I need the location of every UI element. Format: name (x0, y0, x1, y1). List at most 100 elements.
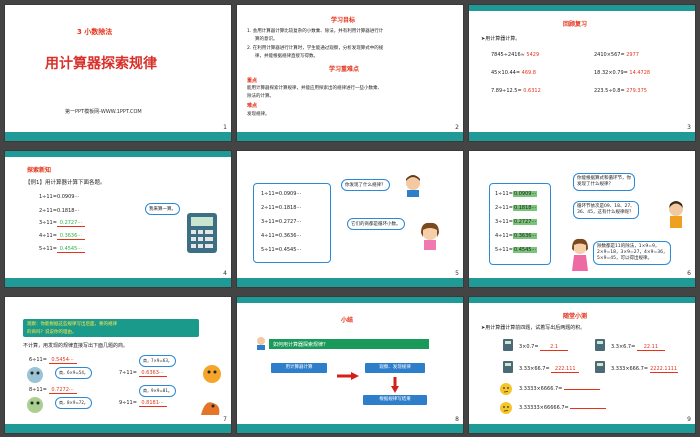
quiz-row: 3.33×66.7= 222.111 (519, 366, 580, 373)
teacher-avatar-icon (401, 173, 425, 197)
page-number: 4 (223, 270, 227, 277)
animal-icon (201, 363, 223, 385)
bottom-bar (5, 424, 231, 433)
result-row: 4÷11=0.3636··· (495, 233, 538, 239)
footer-text: 第一PPT模板网-WWW.1PPT.COM (65, 109, 142, 115)
result-row: 5÷11=0.4545··· (495, 247, 538, 253)
observation-banner: 观察：你能根据这些规律写出后面，要的规律 的商吗？说说你的理由。 (23, 319, 199, 337)
slide-thumbnail-9[interactable]: 随堂小测 ➤用计算器计算前四题，试着写出后两题的积。 3×0.7= 2.1 3.… (468, 296, 696, 434)
thinking-emoji-icon (499, 381, 513, 395)
girl-avatar-icon (417, 221, 443, 251)
division-row: 2÷11=0.1818··· (39, 208, 80, 214)
slide-thumbnail-1[interactable]: 3 小数除法 用计算器探索规律 第一PPT模板网-WWW.1PPT.COM 1 (4, 4, 232, 142)
bottom-bar (469, 424, 695, 433)
quiz-row: 3.3×6.7= 22.11 (611, 344, 665, 351)
quiz-intro: ➤用计算器计算前四题，试着写出后两题的积。 (481, 325, 586, 331)
goal-1-cont: 算的意识。 (255, 37, 278, 42)
hint-bubble: 商，7×9=63。 (139, 355, 176, 367)
key-text-2: 除法的计算。 (247, 94, 274, 99)
bottom-bar (469, 132, 695, 141)
review-left-q: 7.89÷12.5= 0.6312 (491, 88, 541, 94)
bottom-bar (237, 424, 463, 433)
bottom-bar (5, 278, 231, 287)
bottom-bar (5, 132, 231, 141)
hint-bubble: 商，6×9=54。 (55, 367, 92, 379)
question-banner: 如何用计算器探索规律？ (269, 339, 429, 349)
calculator-icon (595, 339, 605, 351)
review-intro: ➤用计算器计算。 (481, 36, 521, 42)
slide-title: 用计算器探索规律 (45, 56, 157, 72)
quiz-row: 3.33333×66666.7= (519, 405, 607, 411)
division-row: 1÷11=0.0909··· (39, 194, 80, 200)
calculator-icon (503, 339, 513, 351)
rule-bubble: 除数都是11的除法，1×9=9， 2×9=18，3×9=27，4×9=36， 5×9… (593, 241, 672, 265)
top-bar (469, 5, 695, 11)
page-number: 7 (223, 416, 227, 423)
pattern-bubble: 循环节依次是09、18、27、 36、45，这有什么规律呢？ (573, 201, 639, 219)
quiz-row: 3.333×666.7= 2222.1111 (611, 366, 678, 373)
goal-2: 2. 在利用计算器进行计算时，学生能通过观察，分析发现算式中的规 (247, 46, 384, 51)
page-number: 6 (687, 270, 691, 277)
girl-avatar-icon (569, 237, 591, 273)
page-number: 8 (455, 416, 459, 423)
prediction-row: 6÷11= 0.5454··· (29, 357, 77, 364)
slide-thumbnail-7[interactable]: 观察：你能根据这些规律写出后面，要的规律 的商吗？说说你的理由。 不计算，用发现… (4, 296, 232, 434)
slide-thumbnail-6[interactable]: 1÷11=0.0909··· 2÷11=0.1818··· 3÷11=0.272… (468, 150, 696, 288)
boy-avatar-icon (665, 199, 687, 229)
calculator-icon (503, 361, 513, 373)
division-row: 4÷11= 0.3636··· (39, 233, 85, 240)
result-row: 4÷11=0.3636··· (261, 233, 302, 239)
page-number: 1 (223, 124, 227, 131)
thinking-emoji-icon (499, 400, 513, 414)
quiz-row: 3×0.7= 2.1 (519, 344, 569, 351)
animal-icon (199, 397, 223, 417)
result-row: 2÷11=0.1818··· (261, 205, 302, 211)
review-right-q: 2410×567= 2977 (594, 52, 639, 58)
quiz-row: 3.3333×6666.7= (519, 386, 600, 392)
result-row: 1÷11=0.0909··· (261, 191, 302, 197)
top-bar (237, 297, 463, 303)
summary-heading: 小结 (341, 317, 354, 324)
slide-thumbnail-2[interactable]: 学习目标 1. 会用计算器计算比较复杂的小数乘、除法，并有利用计算器进行计 算的… (236, 4, 464, 142)
explore-heading: 探索新知 (27, 167, 52, 174)
top-bar (5, 151, 231, 157)
slide-thumbnail-4[interactable]: 探索新知 【例1】用计算器计算下面各题。 1÷11=0.0909··· 2÷11… (4, 150, 232, 288)
bottom-bar (469, 278, 695, 287)
calculator-icon (595, 361, 605, 373)
slide-thumbnail-8[interactable]: 小结 如何用计算器探索规律？ 用计算器计算 观察、发现规律 根据规律写结果 8 (236, 296, 464, 434)
review-left-q: 45×10.44= 469.8 (491, 70, 536, 76)
top-bar (469, 297, 695, 303)
question-bubble: 你发现了什么规律？ (341, 179, 390, 191)
prediction-row: 7÷11= 0.6363··· (119, 370, 167, 377)
example-prompt: 【例1】用计算器计算下面各题。 (25, 180, 106, 186)
bottom-bar (237, 132, 463, 141)
slide-thumbnail-3[interactable]: 回顾复习 ➤用计算器计算。 7845÷2416≈ 5429 2410×567= … (468, 4, 696, 142)
review-right-q: 18.32×0.79= 14.4728 (594, 70, 651, 76)
hint-bubble: 商，9×9=81。 (139, 385, 176, 397)
goals-heading: 学习目标 (331, 17, 356, 24)
result-row: 3÷11=0.2727··· (495, 219, 538, 225)
goal-1: 1. 会用计算器计算比较复杂的小数乘、除法，并有利用计算器进行计 (247, 29, 384, 34)
division-row: 3÷11= 0.2727··· (39, 220, 85, 227)
step-observe: 观察、发现规律 (365, 363, 425, 373)
division-row: 5÷11= 0.4545··· (39, 246, 85, 253)
step-calculate: 用计算器计算 (271, 363, 327, 373)
prediction-row: 8÷11= 0.7272··· (29, 387, 77, 394)
review-heading: 回顾复习 (563, 21, 588, 28)
animal-icon (25, 395, 45, 415)
page-number: 2 (455, 124, 459, 131)
speech-bubble: 我来算一算。 (145, 203, 180, 215)
page-number: 9 (687, 416, 691, 423)
slide-thumbnail-5[interactable]: 1÷11=0.0909··· 2÷11=0.1818··· 3÷11=0.272… (236, 150, 464, 288)
result-row: 3÷11=0.2727··· (261, 219, 302, 225)
question-bubble: 你能根据算式和循环节，你 发现了什么规律？ (573, 173, 635, 191)
page-number: 3 (687, 124, 691, 131)
difficulty-text: 发现规律。 (247, 112, 270, 117)
arrow-right-icon (337, 365, 359, 380)
key-label: 重点 (247, 78, 258, 84)
review-right-q: 223.5÷0.8= 279.375 (594, 88, 647, 94)
keypoints-heading: 学习重难点 (329, 66, 360, 73)
goal-2-cont: 律，并能根据规律直接写得数。 (255, 54, 318, 59)
review-left-q: 7845÷2416≈ 5429 (491, 52, 540, 58)
difficulty-label: 难点 (247, 103, 258, 109)
